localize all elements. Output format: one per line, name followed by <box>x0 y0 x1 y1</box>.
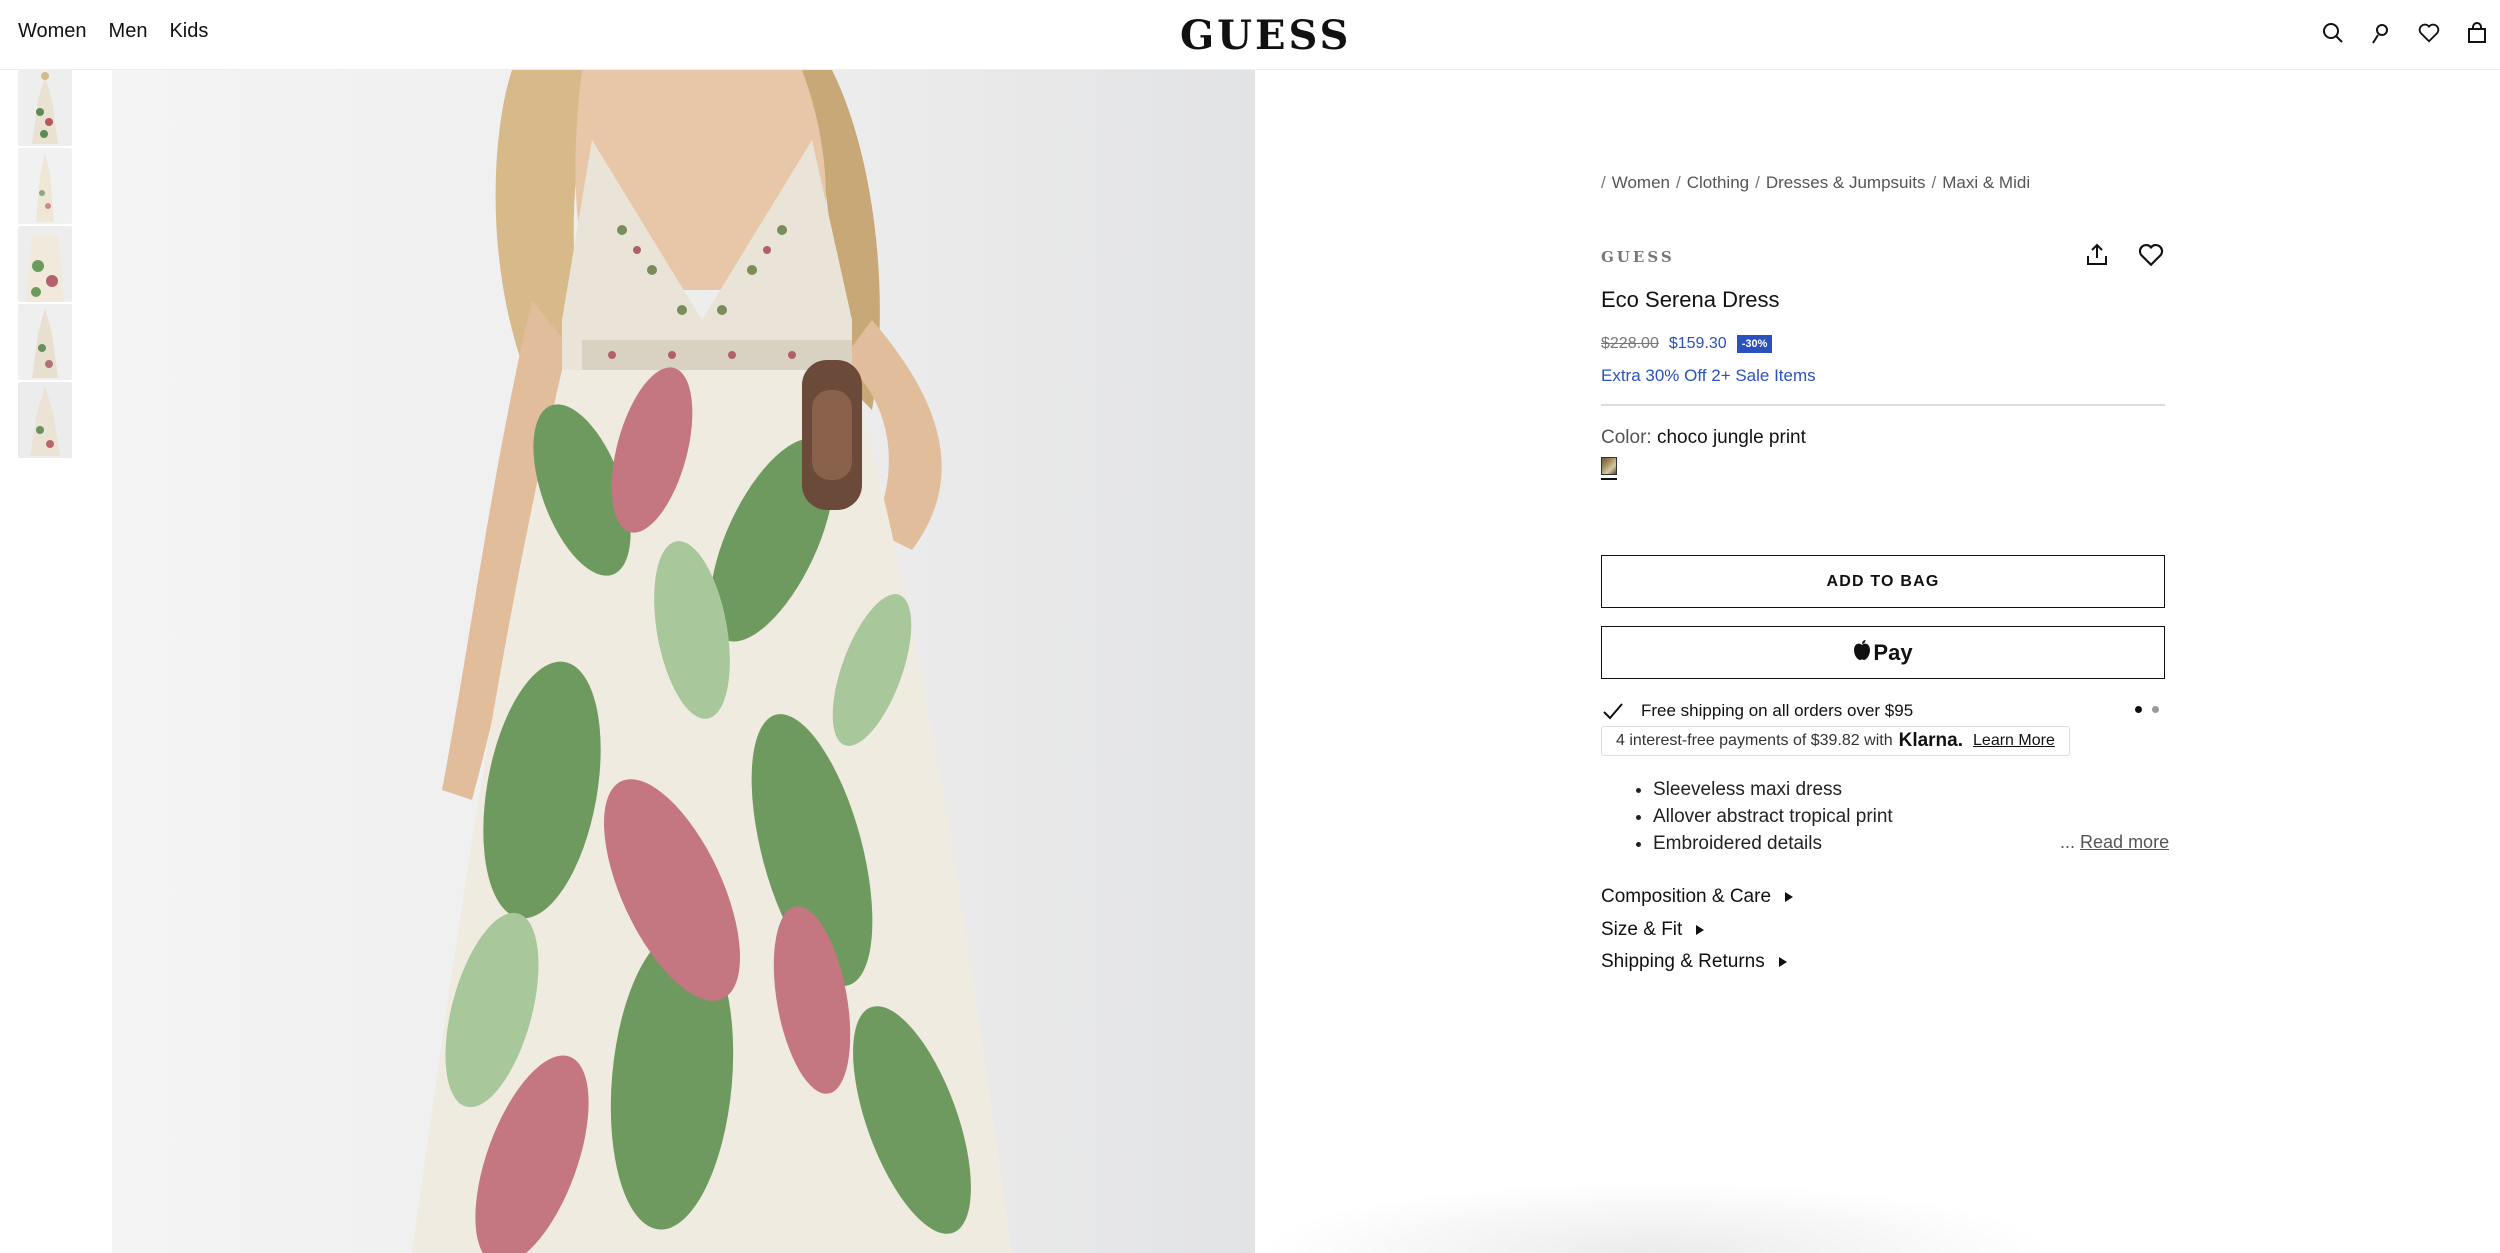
wishlist-icon[interactable] <box>2416 20 2442 46</box>
accordion-shipping-returns[interactable]: Shipping & Returns <box>1601 951 1787 973</box>
read-more-ellipsis: ... <box>2060 832 2076 852</box>
feature-list: Sleeveless maxi dress Allover abstract t… <box>1653 776 1893 857</box>
accordion-label: Composition & Care <box>1601 886 1772 907</box>
favorite-icon[interactable] <box>2138 242 2164 268</box>
breadcrumb-clothing[interactable]: Clothing <box>1687 173 1749 193</box>
carousel-dots <box>2135 706 2159 713</box>
color-label: Color: <box>1601 427 1652 448</box>
divider <box>1601 404 2165 406</box>
search-icon[interactable] <box>2320 20 2346 46</box>
breadcrumb: / Women / Clothing / Dresses & Jumpsuits… <box>1601 173 2030 193</box>
apple-pay-label: Pay <box>1873 639 1913 665</box>
klarna-text: 4 interest-free payments of $39.82 with <box>1616 732 1893 749</box>
sale-price: $159.30 <box>1668 335 1727 352</box>
guess-logo[interactable]: GUESS <box>1180 12 1351 59</box>
breadcrumb-separator: / <box>1931 173 1937 192</box>
klarna-learn-more-link[interactable]: Learn More <box>1973 732 2055 750</box>
thumbnail-list <box>18 70 72 460</box>
carousel-dot[interactable] <box>2152 706 2159 713</box>
breadcrumb-dresses[interactable]: Dresses & Jumpsuits <box>1766 173 1926 193</box>
discount-badge: -30% <box>1736 335 1773 353</box>
expand-arrow-icon <box>1778 957 1787 967</box>
nav-women[interactable]: Women <box>18 20 87 43</box>
share-icon[interactable] <box>2084 242 2110 268</box>
feature-item: Sleeveless maxi dress <box>1653 776 1893 803</box>
klarna-logo: Klarna. <box>1898 730 1964 751</box>
header-icons <box>2320 20 2490 46</box>
nav-kids[interactable]: Kids <box>169 20 208 43</box>
product-brand: GUESS <box>1601 248 1675 266</box>
color-value: choco jungle print <box>1656 427 1806 448</box>
bag-icon[interactable] <box>2464 20 2490 46</box>
read-more-link[interactable]: Read more <box>2080 832 2169 852</box>
main-nav: Women Men Kids <box>18 20 208 43</box>
nav-men[interactable]: Men <box>109 20 148 43</box>
account-icon[interactable] <box>2368 20 2394 46</box>
apple-pay-button[interactable]: Pay <box>1601 626 2165 679</box>
thumbnail[interactable] <box>18 382 72 458</box>
shipping-banner: Free shipping on all orders over $95 <box>1601 699 2165 723</box>
product-title: Eco Serena Dress <box>1601 287 1780 312</box>
expand-arrow-icon <box>1785 892 1794 902</box>
checkmark-icon <box>1601 699 1625 723</box>
price-row: $228.00 $159.30 -30% <box>1601 335 1773 353</box>
thumbnail[interactable] <box>18 148 72 224</box>
accordion-label: Size & Fit <box>1601 919 1683 940</box>
breadcrumb-maxi-midi[interactable]: Maxi & Midi <box>1942 173 2030 193</box>
thumbnail[interactable] <box>18 304 72 380</box>
breadcrumb-women[interactable]: Women <box>1612 173 1670 193</box>
apple-icon <box>1853 639 1871 667</box>
klarna-banner: 4 interest-free payments of $39.82 with … <box>1601 726 2070 756</box>
color-selector: Color: choco jungle print <box>1601 427 1806 449</box>
original-price: $228.00 <box>1601 335 1659 352</box>
bottom-shadow <box>1255 1180 2055 1253</box>
accordion-composition-care[interactable]: Composition & Care <box>1601 886 1794 908</box>
add-to-bag-button[interactable]: ADD TO BAG <box>1601 555 2165 608</box>
breadcrumb-separator: / <box>1601 173 1606 192</box>
color-swatch[interactable] <box>1601 457 1617 475</box>
swatch-selected-indicator <box>1601 478 1617 480</box>
breadcrumb-separator: / <box>1755 173 1760 192</box>
shipping-text: Free shipping on all orders over $95 <box>1641 701 1914 720</box>
carousel-dot[interactable] <box>2135 706 2142 713</box>
site-header: Women Men Kids GUESS <box>0 0 2500 70</box>
thumbnail[interactable] <box>18 70 72 146</box>
breadcrumb-separator: / <box>1676 173 1681 192</box>
expand-arrow-icon <box>1696 925 1705 935</box>
read-more: ... Read more <box>2060 832 2169 853</box>
accordion-size-fit[interactable]: Size & Fit <box>1601 919 1705 941</box>
feature-item: Embroidered details <box>1653 830 1893 857</box>
feature-item: Allover abstract tropical print <box>1653 803 1893 830</box>
product-main-image[interactable] <box>112 70 1255 1253</box>
thumbnail[interactable] <box>18 226 72 302</box>
accordion-label: Shipping & Returns <box>1601 951 1765 972</box>
promo-text[interactable]: Extra 30% Off 2+ Sale Items <box>1601 366 1816 386</box>
